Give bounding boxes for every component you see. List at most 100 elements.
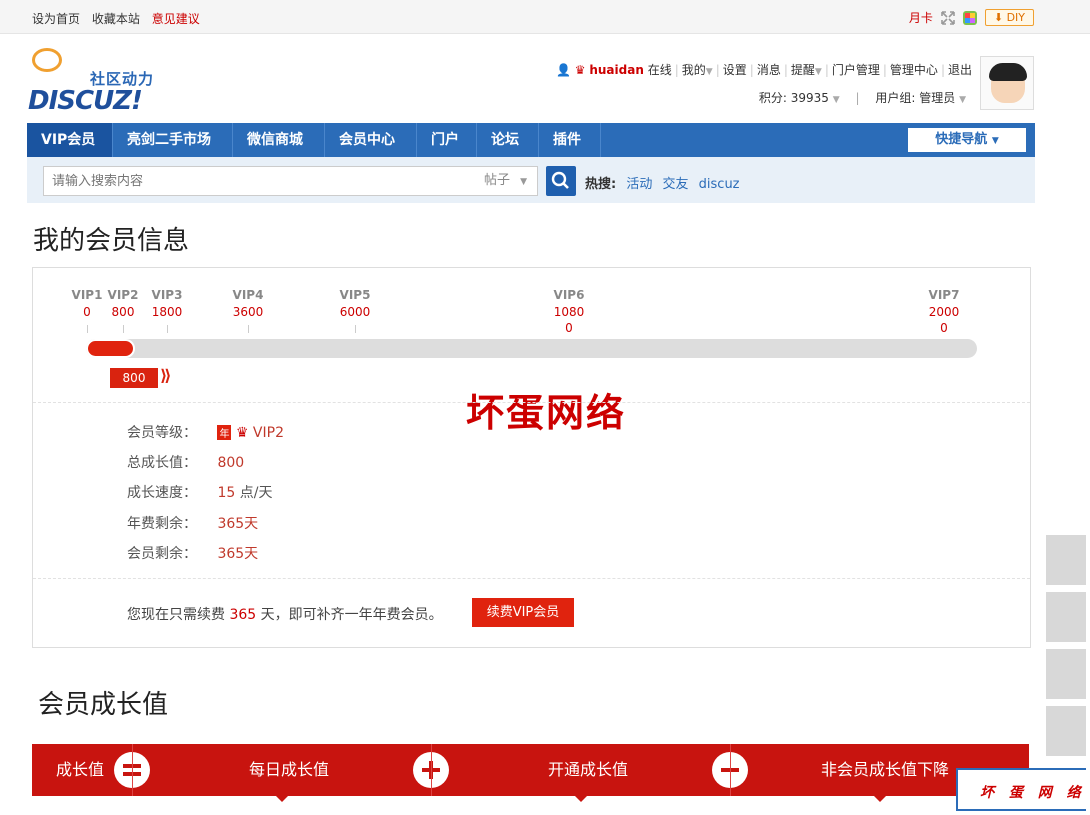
- side-float-button[interactable]: [1046, 649, 1086, 699]
- vip-level-name: VIP4: [232, 288, 264, 302]
- side-float-button[interactable]: [1046, 706, 1086, 756]
- quick-nav-label: 快捷导航: [935, 132, 988, 147]
- info-value: 365天: [217, 516, 259, 532]
- vip-tick: [123, 325, 124, 333]
- growth-cell-label[interactable]: 每日成长值: [249, 744, 329, 796]
- growth-cell-label[interactable]: 成长值: [56, 744, 104, 796]
- usergroup-link[interactable]: 用户组: 管理员: [875, 91, 955, 105]
- vip-level-name: VIP7: [928, 288, 960, 302]
- vip-level-value: 3600: [232, 305, 264, 319]
- nav-vip[interactable]: VIP会员: [27, 123, 113, 157]
- vip-level-value: 1080: [553, 305, 585, 319]
- menu-messages[interactable]: 消息: [757, 63, 781, 77]
- hot-search-label: 热搜:: [585, 177, 617, 192]
- nav-portal[interactable]: 门户: [417, 123, 477, 157]
- hot-keyword[interactable]: discuz: [699, 177, 740, 192]
- vip-level-marker: VIP7 2000 0: [919, 288, 969, 335]
- caret-down-icon: ▼: [832, 95, 840, 105]
- info-value: 15: [217, 485, 236, 501]
- brand-corner-badge: 坏 蛋 网 络: [956, 768, 1086, 811]
- notch: [276, 796, 288, 802]
- renew-text-post: 天，即可补齐一年年费会员。: [260, 607, 443, 623]
- vip-level-marker: VIP5 6000: [330, 288, 380, 319]
- search-input[interactable]: [43, 166, 475, 196]
- growth-section-title: 会员成长值: [38, 690, 169, 720]
- hot-search: 热搜: 活动 交友 discuz: [585, 173, 740, 192]
- vip-tick: [87, 325, 88, 333]
- bookmark-link[interactable]: 收藏本站: [92, 12, 140, 26]
- nav-plugins[interactable]: 插件: [539, 123, 601, 157]
- quick-nav-button[interactable]: 快捷导航 ▼: [908, 128, 1026, 152]
- user-stats: 积分: 39935 ▼ | 用户组: 管理员 ▼: [758, 91, 966, 105]
- vip-level-name: VIP5: [339, 288, 371, 302]
- vip-tick: [355, 325, 356, 333]
- vip-level-marker: VIP4 3600: [223, 288, 273, 319]
- vip-level-name: VIP3: [151, 288, 183, 302]
- vip-level-marker: VIP6 1080 0: [544, 288, 594, 335]
- avatar[interactable]: [980, 56, 1034, 110]
- renew-notice: 您现在只需续费 365 天，即可补齐一年年费会员。: [127, 604, 443, 624]
- online-status[interactable]: 在线: [648, 63, 672, 77]
- search-type-select[interactable]: 帖子 ▼: [474, 166, 538, 196]
- logo-bubble-icon: [32, 48, 62, 72]
- hot-keyword[interactable]: 活动: [626, 177, 652, 192]
- user-menu: 👤 ♛ huaidan 在线 | 我的▼ | 设置 | 消息 | 提醒▼ | 门户管理 | 管理中心 | 退…: [555, 63, 972, 77]
- points-link[interactable]: 积分: 39935: [759, 91, 829, 105]
- info-row-level: 会员等级： 年 ♛ VIP2: [127, 422, 284, 442]
- user-icon: 👤: [555, 63, 571, 77]
- info-value: 800: [217, 455, 245, 471]
- site-logo[interactable]: 社区动力 DISCUZ!: [28, 46, 168, 116]
- logo-text: DISCUZ!: [28, 86, 143, 116]
- style-icon[interactable]: [962, 10, 977, 25]
- side-float-button[interactable]: [1046, 592, 1086, 642]
- growth-progress-track: [86, 339, 977, 358]
- feedback-link[interactable]: 意见建议: [152, 12, 200, 26]
- crown-icon: ♛: [235, 425, 249, 441]
- caret-down-icon: ▼: [959, 95, 966, 105]
- vip-level-value-line2: 0: [565, 321, 573, 335]
- divider: [33, 578, 1030, 579]
- info-row-speed: 成长速度： 15 点/天: [127, 482, 272, 502]
- renew-days: 365: [229, 607, 257, 623]
- nav-member-center[interactable]: 会员中心: [325, 123, 417, 157]
- username-link[interactable]: huaidan: [589, 63, 644, 77]
- vip-level-marker: VIP3 1800: [142, 288, 192, 319]
- growth-progress-fill: [86, 339, 135, 358]
- vip-level-name: VIP6: [553, 288, 585, 302]
- menu-settings[interactable]: 设置: [723, 63, 747, 77]
- growth-cell-label[interactable]: 开通成长值: [548, 744, 628, 796]
- search-button[interactable]: [546, 166, 576, 196]
- growth-rules-bar: 成长值 每日成长值 开通成长值 非会员成长值下降: [32, 744, 1029, 802]
- menu-my[interactable]: 我的: [682, 63, 706, 77]
- current-growth-tag: 800: [110, 368, 158, 388]
- notch: [575, 796, 587, 802]
- nav-wechat-shop[interactable]: 微信商城: [233, 123, 325, 157]
- info-row-annual: 年费剩余： 365天: [127, 513, 258, 533]
- vip-level-value: 800: [111, 305, 135, 319]
- diy-button[interactable]: ⬇ DIY: [984, 9, 1034, 26]
- menu-admin-center[interactable]: 管理中心: [890, 63, 938, 77]
- set-homepage-link[interactable]: 设为首页: [32, 12, 80, 26]
- menu-logout[interactable]: 退出: [948, 63, 972, 77]
- menu-portal-admin[interactable]: 门户管理: [832, 63, 880, 77]
- info-value: VIP2: [252, 425, 284, 441]
- info-label: 会员等级：: [127, 425, 197, 441]
- menu-reminders[interactable]: 提醒: [791, 63, 815, 77]
- hot-keyword[interactable]: 交友: [663, 177, 689, 192]
- caret-down-icon: ▼: [991, 136, 999, 146]
- divider: [730, 744, 731, 796]
- fullscreen-icon[interactable]: [941, 10, 955, 25]
- caret-down-icon: ▼: [814, 67, 822, 77]
- nav-forum[interactable]: 论坛: [477, 123, 539, 157]
- top-bar: 设为首页 收藏本站 意见建议 月卡 ⬇ DIY: [0, 0, 1090, 34]
- vip-level-value: 6000: [339, 305, 371, 319]
- yueka-link[interactable]: 月卡: [909, 9, 933, 26]
- renew-vip-button[interactable]: 续费VIP会员: [472, 598, 574, 627]
- info-label: 会员剩余：: [127, 546, 197, 562]
- nav-market[interactable]: 亮剑二手市场: [113, 123, 233, 157]
- growth-cell-label[interactable]: 非会员成长值下降: [821, 744, 949, 796]
- vip-badge-icon: ♛: [574, 63, 586, 77]
- double-chevron-right-icon: ⟫: [160, 366, 172, 385]
- search-bar: 帖子 ▼ 热搜: 活动 交友 discuz: [27, 157, 1035, 203]
- side-float-button[interactable]: [1046, 535, 1086, 585]
